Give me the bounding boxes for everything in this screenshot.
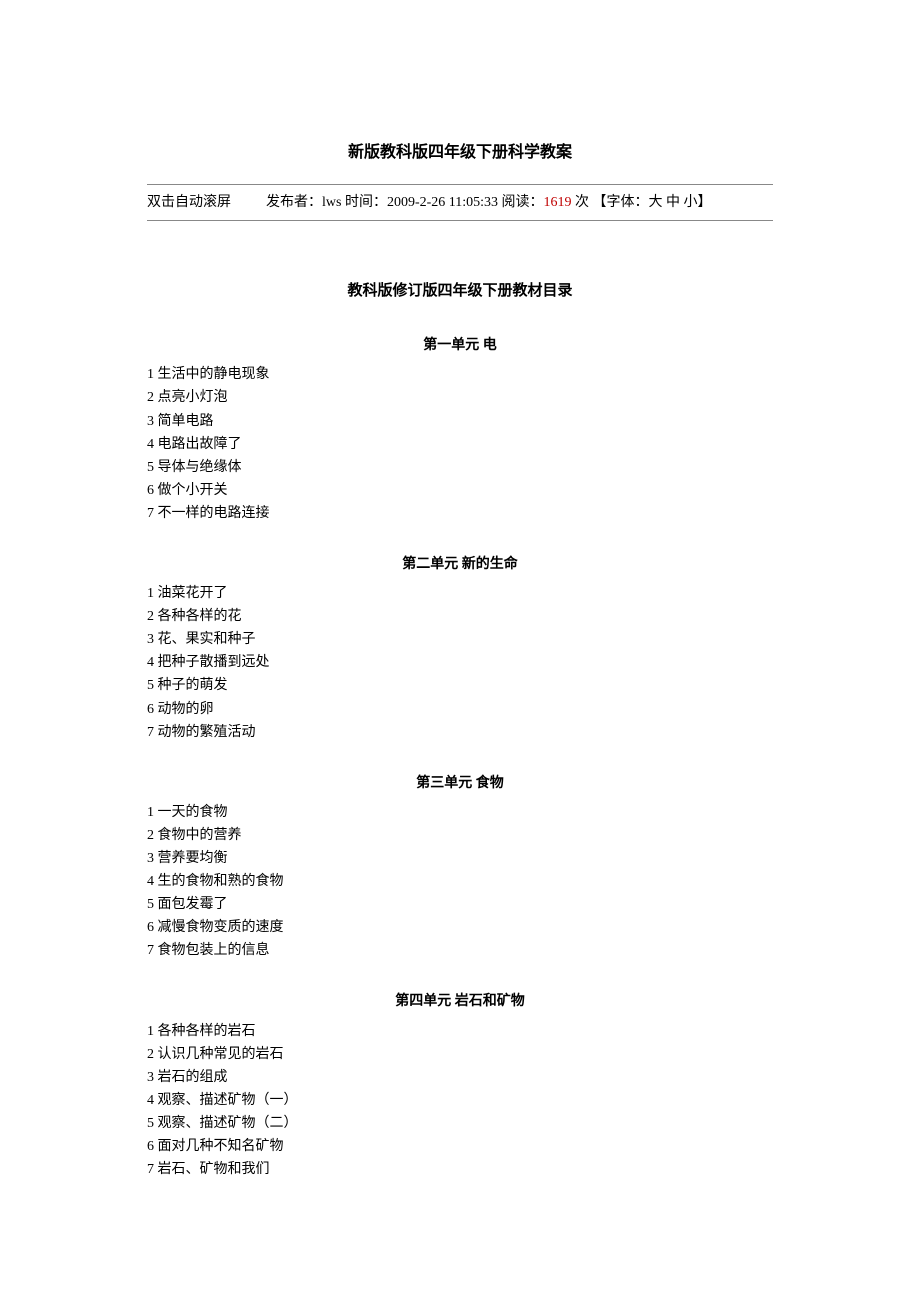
toc-list: 1 各种各样的岩石 2 认识几种常见的岩石 3 岩石的组成 4 观察、描述矿物（… <box>147 1020 773 1182</box>
toc-list: 1 油菜花开了 2 各种各样的花 3 花、果实和种子 4 把种子散播到远处 5 … <box>147 582 773 744</box>
divider-bottom <box>147 220 773 221</box>
toc-item: 2 各种各样的花 <box>147 605 773 628</box>
unit-section: 第一单元 电 1 生活中的静电现象 2 点亮小灯泡 3 简单电路 4 电路出故障… <box>147 334 773 525</box>
read-suffix: 次 <box>572 195 593 210</box>
font-close: 】 <box>698 195 712 210</box>
auto-scroll-hint[interactable]: 双击自动滚屏 <box>147 191 231 214</box>
read-label: 阅读： <box>498 195 544 210</box>
toc-item: 1 一天的食物 <box>147 801 773 824</box>
toc-item: 5 种子的萌发 <box>147 674 773 697</box>
toc-item: 6 做个小开关 <box>147 479 773 502</box>
unit-section: 第二单元 新的生命 1 油菜花开了 2 各种各样的花 3 花、果实和种子 4 把… <box>147 553 773 744</box>
toc-item: 4 生的食物和熟的食物 <box>147 870 773 893</box>
time-value: 2009-2-26 11:05:33 <box>387 195 498 210</box>
toc-item: 2 认识几种常见的岩石 <box>147 1043 773 1066</box>
toc-item: 2 食物中的营养 <box>147 824 773 847</box>
font-label: 【字体： <box>593 195 649 210</box>
toc-item: 7 动物的繁殖活动 <box>147 721 773 744</box>
toc-item: 1 各种各样的岩石 <box>147 1020 773 1043</box>
document-subtitle: 教科版修订版四年级下册教材目录 <box>147 279 773 304</box>
document-page: 新版教科版四年级下册科学教案 双击自动滚屏 发布者：lws 时间：2009-2-… <box>0 0 920 1281</box>
toc-item: 7 不一样的电路连接 <box>147 502 773 525</box>
font-size-small[interactable]: 小 <box>684 195 698 210</box>
toc-item: 3 营养要均衡 <box>147 847 773 870</box>
toc-item: 2 点亮小灯泡 <box>147 386 773 409</box>
toc-item: 6 动物的卵 <box>147 698 773 721</box>
unit-heading: 第一单元 电 <box>147 334 773 357</box>
unit-heading: 第二单元 新的生命 <box>147 553 773 576</box>
toc-item: 5 观察、描述矿物（二） <box>147 1112 773 1135</box>
publisher-label: 发布者： <box>266 195 322 210</box>
toc-item: 4 电路出故障了 <box>147 433 773 456</box>
toc-item: 3 岩石的组成 <box>147 1066 773 1089</box>
unit-heading: 第四单元 岩石和矿物 <box>147 990 773 1013</box>
toc-list: 1 生活中的静电现象 2 点亮小灯泡 3 简单电路 4 电路出故障了 5 导体与… <box>147 363 773 525</box>
meta-row: 双击自动滚屏 发布者：lws 时间：2009-2-26 11:05:33 阅读：… <box>147 185 773 220</box>
publisher-value: lws <box>322 195 341 210</box>
meta-text: 发布者：lws 时间：2009-2-26 11:05:33 阅读：1619 次 … <box>266 191 712 214</box>
toc-item: 3 花、果实和种子 <box>147 628 773 651</box>
toc-item: 7 食物包装上的信息 <box>147 939 773 962</box>
unit-section: 第三单元 食物 1 一天的食物 2 食物中的营养 3 营养要均衡 4 生的食物和… <box>147 772 773 963</box>
toc-list: 1 一天的食物 2 食物中的营养 3 营养要均衡 4 生的食物和熟的食物 5 面… <box>147 801 773 963</box>
unit-section: 第四单元 岩石和矿物 1 各种各样的岩石 2 认识几种常见的岩石 3 岩石的组成… <box>147 990 773 1181</box>
toc-item: 4 把种子散播到远处 <box>147 651 773 674</box>
font-sizes: 【字体：大 中 小】 <box>593 195 712 210</box>
toc-item: 5 面包发霉了 <box>147 893 773 916</box>
toc-item: 3 简单电路 <box>147 410 773 433</box>
toc-item: 6 减慢食物变质的速度 <box>147 916 773 939</box>
font-size-medium[interactable]: 中 <box>666 195 680 210</box>
toc-item: 4 观察、描述矿物（一） <box>147 1089 773 1112</box>
unit-heading: 第三单元 食物 <box>147 772 773 795</box>
font-size-large[interactable]: 大 <box>649 195 663 210</box>
read-count: 1619 <box>544 195 572 210</box>
time-label: 时间： <box>341 195 387 210</box>
toc-item: 7 岩石、矿物和我们 <box>147 1158 773 1181</box>
toc-item: 1 油菜花开了 <box>147 582 773 605</box>
toc-item: 6 面对几种不知名矿物 <box>147 1135 773 1158</box>
page-title: 新版教科版四年级下册科学教案 <box>147 140 773 166</box>
toc-item: 5 导体与绝缘体 <box>147 456 773 479</box>
toc-item: 1 生活中的静电现象 <box>147 363 773 386</box>
